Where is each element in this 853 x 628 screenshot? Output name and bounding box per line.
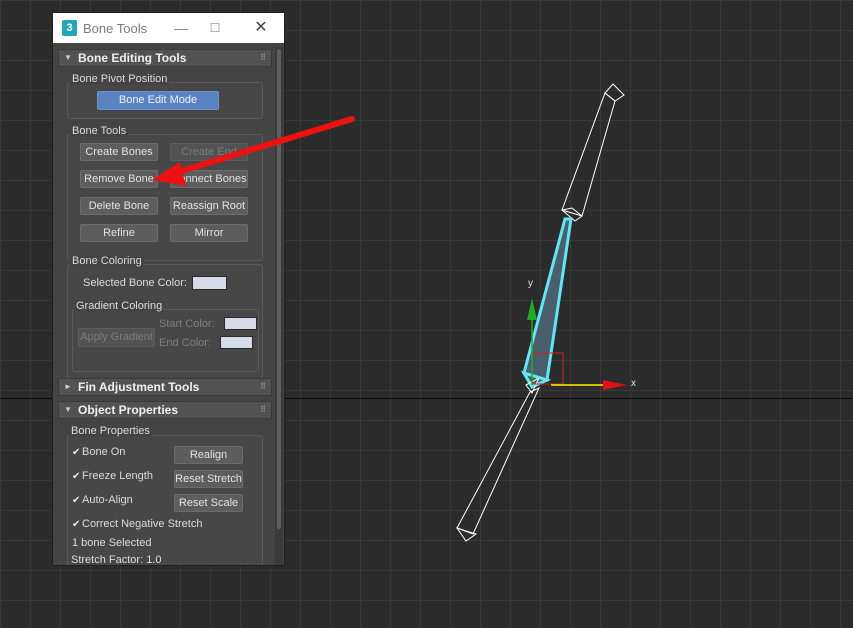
- start-color-swatch[interactable]: [224, 317, 257, 330]
- reset-stretch-button[interactable]: Reset Stretch: [174, 470, 243, 488]
- maximize-button[interactable]: ☐: [203, 17, 227, 39]
- rollout-object-properties[interactable]: ▼ Object Properties ⠿: [58, 401, 272, 419]
- collapse-arrow-icon: ▼: [64, 405, 72, 414]
- rollout-title: Object Properties: [78, 403, 179, 417]
- reassign-root-button[interactable]: Reassign Root: [170, 197, 248, 215]
- remove-bone-button[interactable]: Remove Bone: [80, 170, 158, 188]
- create-bones-button[interactable]: Create Bones: [80, 143, 158, 161]
- connect-bones-button[interactable]: Connect Bones: [170, 170, 248, 188]
- bone-edit-mode-button[interactable]: Bone Edit Mode: [97, 91, 219, 110]
- correct-negative-stretch-checkbox[interactable]: ✔ Correct Negative Stretch: [72, 518, 202, 530]
- collapse-arrow-icon: ▼: [64, 53, 72, 62]
- apply-gradient-button[interactable]: Apply Gradient: [78, 328, 155, 347]
- bone-bottom[interactable]: [455, 376, 541, 542]
- drag-grip-icon[interactable]: ⠿: [260, 379, 266, 395]
- drag-grip-icon[interactable]: ⠿: [260, 50, 266, 66]
- bone-top[interactable]: [560, 83, 625, 222]
- stretch-factor-readout: Stretch Factor: 1.0: [71, 554, 162, 565]
- group-label: Bone Coloring: [70, 255, 144, 267]
- create-end-button[interactable]: Create End: [170, 143, 248, 161]
- close-button[interactable]: ✕: [249, 17, 273, 39]
- app-logo-icon: 3: [62, 20, 77, 36]
- freeze-length-checkbox[interactable]: ✔ Freeze Length: [72, 470, 153, 482]
- selection-status: 1 bone Selected: [72, 537, 152, 549]
- axis-y-label: y: [528, 278, 533, 289]
- selected-bone-color-label: Selected Bone Color:: [83, 277, 187, 289]
- dialog-titlebar[interactable]: 3 Bone Tools — ☐ ✕: [53, 13, 284, 43]
- rollout-fin-adjustment-tools[interactable]: ► Fin Adjustment Tools ⠿: [58, 378, 272, 396]
- rollout-container: ▼ Bone Editing Tools ⠿ Bone Pivot Positi…: [53, 43, 284, 565]
- expand-arrow-icon: ►: [64, 382, 72, 391]
- checkmark-icon: ✔: [72, 519, 81, 530]
- bone-on-checkbox[interactable]: ✔ Bone On: [72, 446, 125, 458]
- drag-grip-icon[interactable]: ⠿: [260, 402, 266, 418]
- group-label: Bone Properties: [69, 425, 152, 437]
- reset-scale-button[interactable]: Reset Scale: [174, 494, 243, 512]
- mirror-button[interactable]: Mirror: [170, 224, 248, 242]
- realign-button[interactable]: Realign: [174, 446, 243, 464]
- group-label: Bone Pivot Position: [70, 73, 170, 85]
- group-label: Gradient Coloring: [74, 300, 165, 312]
- end-color-swatch[interactable]: [220, 336, 253, 349]
- end-color-label: End Color:: [159, 337, 211, 349]
- delete-bone-button[interactable]: Delete Bone: [80, 197, 158, 215]
- group-label: Bone Tools: [70, 125, 129, 137]
- start-color-label: Start Color:: [159, 318, 215, 330]
- rollout-bone-editing-tools[interactable]: ▼ Bone Editing Tools ⠿: [58, 49, 272, 67]
- dialog-title: Bone Tools: [83, 21, 148, 36]
- auto-align-checkbox[interactable]: ✔ Auto-Align: [72, 494, 133, 506]
- axis-x-label: x: [631, 378, 636, 389]
- refine-button[interactable]: Refine: [80, 224, 158, 242]
- scrollbar-thumb[interactable]: [277, 49, 281, 529]
- selected-bone-color-swatch[interactable]: [192, 276, 227, 290]
- checkmark-icon: ✔: [72, 447, 81, 458]
- bone-tools-dialog[interactable]: 3 Bone Tools — ☐ ✕ ▼ Bone Editing Tools …: [52, 12, 285, 566]
- checkmark-icon: ✔: [72, 495, 81, 506]
- rollout-title: Bone Editing Tools: [78, 51, 187, 65]
- minimize-button[interactable]: —: [169, 17, 193, 39]
- rollout-title: Fin Adjustment Tools: [78, 380, 200, 394]
- checkmark-icon: ✔: [72, 471, 81, 482]
